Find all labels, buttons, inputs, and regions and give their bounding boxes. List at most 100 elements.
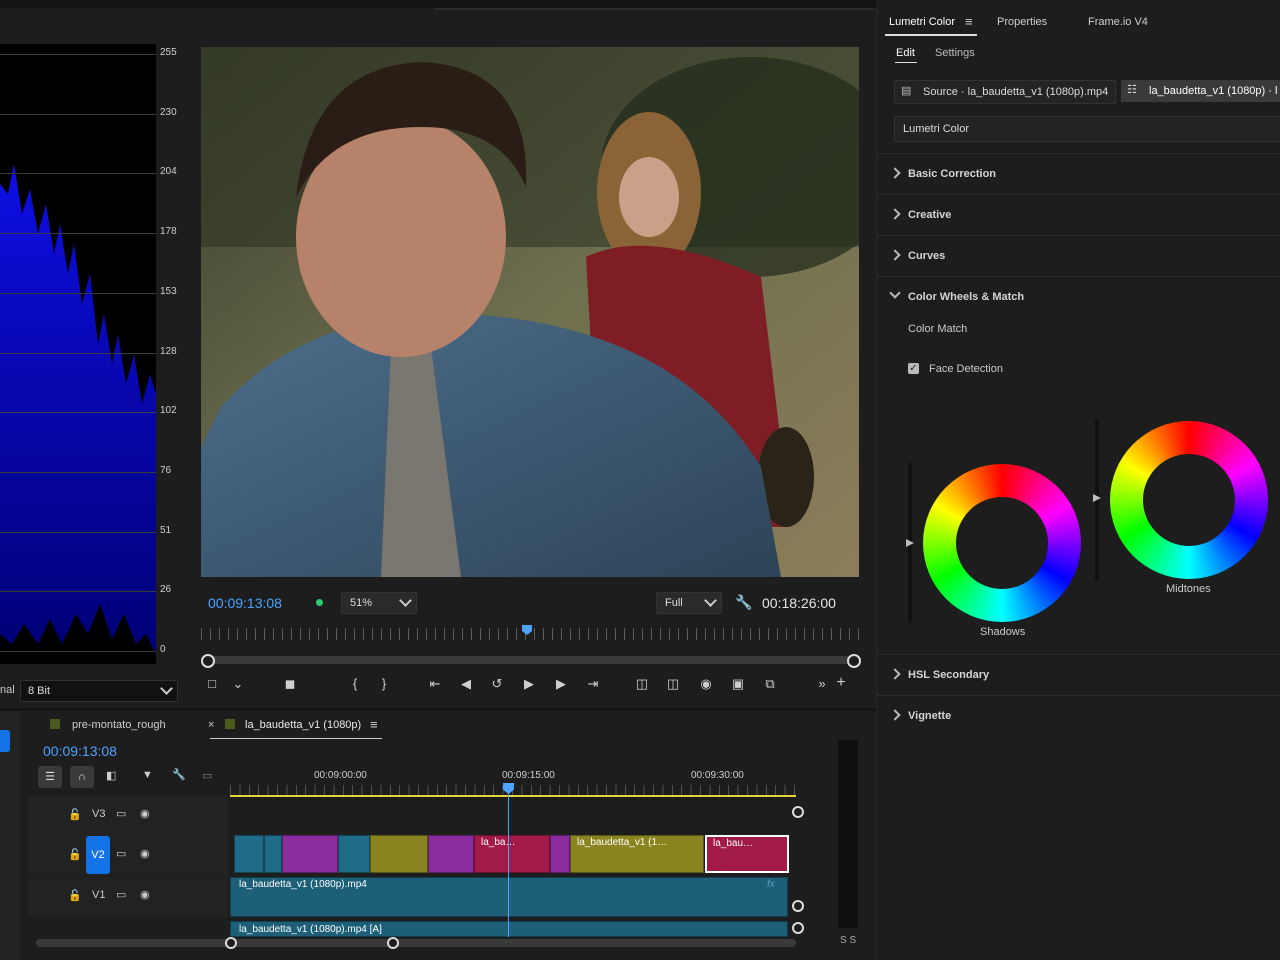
step-forward-icon[interactable]: ▶ xyxy=(551,676,571,692)
timeline-clip[interactable] xyxy=(338,835,370,873)
eye-icon[interactable]: ◉ xyxy=(140,888,150,901)
tab-la-baudetta-v1[interactable]: la_baudetta_v1 (1080p) xyxy=(245,719,361,731)
timeline-clip[interactable] xyxy=(370,835,428,873)
section-basic-correction[interactable]: Basic Correction xyxy=(877,153,1280,194)
insert-overwrite-icon[interactable]: ☰ xyxy=(38,766,62,788)
section-hsl-secondary[interactable]: HSL Secondary xyxy=(877,654,1280,695)
timeline-clip[interactable] xyxy=(264,835,282,873)
timeline-clip[interactable]: la_baudetta_v1 (1080p).mp4 fx xyxy=(230,877,788,917)
source-clip-selector[interactable]: ▤ Source · la_baudetta_v1 (1080p).mp4 xyxy=(894,80,1116,104)
timeline-scrollbar[interactable] xyxy=(36,939,796,947)
zoom-dropdown[interactable]: 51% xyxy=(341,592,417,614)
sync-lock-icon[interactable]: ▭ xyxy=(116,847,126,860)
wrench-icon[interactable]: 🔧 xyxy=(172,768,186,781)
timeline-clip[interactable]: la_ba… xyxy=(474,835,550,873)
add-marker-icon[interactable]: ◼ xyxy=(280,676,300,692)
vr-icon[interactable]: ⧉ xyxy=(760,676,780,692)
timeline-clip[interactable] xyxy=(550,835,570,873)
chevron-right-icon xyxy=(889,167,901,179)
tab-properties[interactable]: Properties xyxy=(997,16,1047,28)
snap-icon[interactable]: ∩ xyxy=(70,766,94,788)
section-curves[interactable]: Curves xyxy=(877,235,1280,276)
program-zoom-bar[interactable] xyxy=(207,656,853,664)
zoom-bar-handle-right[interactable] xyxy=(847,654,861,668)
more-controls-icon[interactable]: » xyxy=(812,676,832,691)
shadows-color-wheel[interactable] xyxy=(923,464,1081,622)
lock-icon[interactable]: 🔓 xyxy=(68,848,82,861)
track-scroll-handle[interactable] xyxy=(792,922,804,934)
go-to-out-icon[interactable]: ⇥ xyxy=(583,676,603,692)
tab-frame-io[interactable]: Frame.io V4 xyxy=(1088,16,1148,28)
lock-icon[interactable]: 🔓 xyxy=(68,808,82,821)
bit-depth-dropdown[interactable]: 8 Bit xyxy=(20,680,178,702)
chevron-down-icon[interactable]: ⌄ xyxy=(228,676,248,692)
effect-selector[interactable]: Lumetri Color xyxy=(894,116,1280,142)
tab-pre-montato-rough[interactable]: pre-montato_rough xyxy=(72,719,166,731)
close-icon[interactable]: × xyxy=(208,719,214,731)
midtones-slider-knob[interactable] xyxy=(1093,494,1101,502)
lock-icon[interactable]: 🔓 xyxy=(68,889,82,902)
section-label: HSL Secondary xyxy=(908,669,990,681)
track-label-v3[interactable]: V3 xyxy=(92,808,105,820)
tab-lumetri-color[interactable]: Lumetri Color xyxy=(889,16,955,28)
shadows-slider-knob[interactable] xyxy=(906,539,914,547)
timeline-clip[interactable]: la_baudetta_v1 (1… xyxy=(570,835,704,873)
hamburger-menu-icon[interactable]: ≡ xyxy=(965,14,973,29)
work-area-bar[interactable] xyxy=(230,795,796,797)
mark-in-icon[interactable]: { xyxy=(345,676,365,691)
scrollbar-handle-left[interactable] xyxy=(225,937,237,949)
active-tab-underline xyxy=(210,738,382,739)
chevron-right-icon xyxy=(889,249,901,261)
timeline-clip-selected[interactable]: la_bau… xyxy=(705,835,789,873)
clip-label: la_baudetta_v1 (1080p).mp4 xyxy=(239,879,367,890)
safe-margins-icon[interactable]: □ xyxy=(202,676,222,691)
midtones-color-wheel[interactable] xyxy=(1110,421,1268,579)
audio-meter-solo-label[interactable]: S S xyxy=(840,935,856,946)
midtones-slider-track[interactable] xyxy=(1093,420,1101,580)
color-match-button[interactable]: Color Match xyxy=(908,323,967,335)
selection-tool-icon[interactable] xyxy=(0,730,10,752)
captions-icon[interactable]: ▭ xyxy=(202,769,212,782)
hamburger-menu-icon[interactable]: ≡ xyxy=(370,717,378,732)
scrollbar-handle-right[interactable] xyxy=(387,937,399,949)
shadows-slider-track[interactable] xyxy=(906,463,914,623)
wrench-icon[interactable]: 🔧 xyxy=(735,594,752,611)
timeline-timecode[interactable]: 00:09:13:08 xyxy=(43,743,117,759)
track-label-v2[interactable]: V2 xyxy=(86,836,110,874)
lift-icon[interactable]: ◫ xyxy=(632,676,652,692)
extract-icon[interactable]: ◫ xyxy=(663,676,683,692)
scope-tick-128: 128 xyxy=(160,346,177,357)
zoom-bar-handle-left[interactable] xyxy=(201,654,215,668)
timeline-clip[interactable] xyxy=(234,835,264,873)
program-monitor-video[interactable] xyxy=(201,47,859,577)
camera-icon[interactable]: ◉ xyxy=(696,676,716,692)
track-scroll-handle[interactable] xyxy=(792,900,804,912)
track-label-v1[interactable]: V1 xyxy=(92,889,105,901)
section-creative[interactable]: Creative xyxy=(877,194,1280,235)
eye-icon[interactable]: ◉ xyxy=(140,847,150,860)
quality-dropdown[interactable]: Full xyxy=(656,592,722,614)
face-detection-checkbox[interactable]: ✓ xyxy=(908,363,919,374)
play-icon[interactable]: ▶ xyxy=(519,676,539,692)
track-scroll-handle[interactable] xyxy=(792,806,804,818)
mark-out-icon[interactable]: } xyxy=(374,676,394,691)
timeline-clip[interactable] xyxy=(428,835,474,873)
timeline-clip[interactable] xyxy=(282,835,338,873)
linked-selection-icon[interactable]: ◧ xyxy=(106,769,116,782)
go-to-in-icon[interactable]: ⇤ xyxy=(425,676,445,692)
sync-lock-icon[interactable]: ▭ xyxy=(116,888,126,901)
program-timecode[interactable]: 00:09:13:08 xyxy=(208,595,282,611)
eye-icon[interactable]: ◉ xyxy=(140,807,150,820)
subtab-settings[interactable]: Settings xyxy=(935,47,975,59)
section-color-wheels-match[interactable]: Color Wheels & Match xyxy=(877,276,1280,317)
audio-clip[interactable]: la_baudetta_v1 (1080p).mp4 [A] xyxy=(230,921,788,937)
add-button-icon[interactable]: + xyxy=(831,674,851,692)
section-vignette[interactable]: Vignette xyxy=(877,695,1280,736)
add-marker-icon[interactable]: ▼ xyxy=(142,769,153,781)
sync-lock-icon[interactable]: ▭ xyxy=(116,807,126,820)
step-back-icon[interactable]: ◀ xyxy=(456,676,476,692)
subtab-edit[interactable]: Edit xyxy=(896,47,915,59)
comparison-view-icon[interactable]: ▣ xyxy=(728,676,748,692)
play-around-icon[interactable]: ↺ xyxy=(487,676,507,692)
sequence-clip-selector[interactable]: ☷ la_baudetta_v1 (1080p) · l xyxy=(1121,80,1280,102)
